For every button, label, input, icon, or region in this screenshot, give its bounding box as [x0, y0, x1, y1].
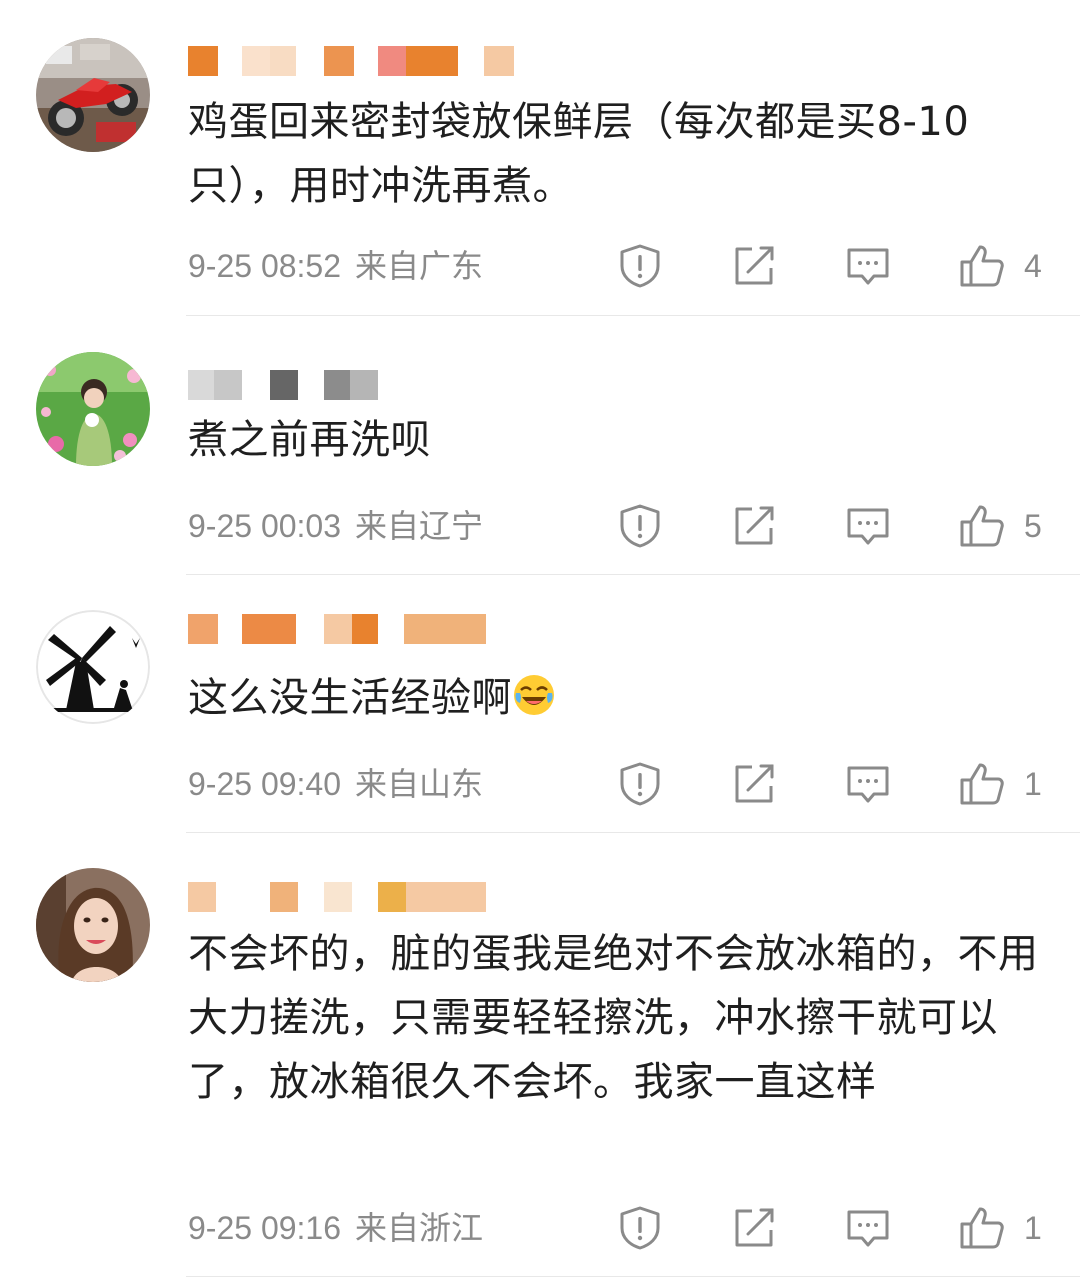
comment-location: 来自广东	[355, 247, 484, 285]
name-block	[324, 614, 352, 644]
laugh-cry-emoji-icon	[512, 672, 556, 716]
windmill-avatar-icon[interactable]	[36, 610, 150, 724]
comment-meta: 9-25 00:03 来自辽宁	[188, 502, 483, 550]
thumbs-up-icon[interactable]	[958, 1204, 1006, 1252]
share-icon[interactable]	[730, 760, 778, 808]
share-icon[interactable]	[730, 1204, 778, 1252]
name-block	[242, 46, 270, 76]
woman-portrait-avatar-icon[interactable]	[36, 868, 150, 982]
comment-icon[interactable]	[844, 242, 892, 290]
comment-time: 9-25 09:40	[188, 766, 342, 802]
name-block	[350, 370, 378, 400]
name-block	[188, 882, 216, 912]
name-block	[270, 46, 296, 76]
name-block	[214, 370, 242, 400]
name-block	[484, 46, 514, 76]
divider	[186, 574, 1080, 575]
thumbs-up-icon[interactable]	[958, 760, 1006, 808]
comment-text-content: 这么没生活经验啊	[188, 675, 512, 721]
comment-icon[interactable]	[844, 502, 892, 550]
divider	[186, 315, 1080, 316]
comment-location: 来自浙江	[355, 1209, 484, 1247]
comment-text: 不会坏的，脏的蛋我是绝对不会放冰箱的，不用大力搓洗，只需要轻轻擦洗，冲水擦干就可…	[188, 931, 1039, 1105]
comment-time: 9-25 09:16	[188, 1210, 342, 1246]
thumbs-up-icon[interactable]	[958, 242, 1006, 290]
comment-location: 来自辽宁	[355, 507, 484, 545]
comment-icon[interactable]	[844, 1204, 892, 1252]
comment-meta: 9-25 08:52 来自广东	[188, 242, 483, 290]
divider	[186, 832, 1080, 833]
name-block	[352, 614, 378, 644]
flower-field-avatar-icon[interactable]	[36, 352, 150, 466]
share-icon[interactable]	[730, 502, 778, 550]
report-icon[interactable]	[616, 760, 664, 808]
report-icon[interactable]	[616, 1204, 664, 1252]
comment-text: 鸡蛋回来密封袋放保鲜层（每次都是买8-10只），用时冲洗再煮。	[188, 99, 970, 209]
name-block	[188, 46, 218, 76]
name-block	[188, 614, 218, 644]
name-block	[324, 46, 354, 76]
name-block	[406, 882, 486, 912]
comment-list: 鸡蛋回来密封袋放保鲜层（每次都是买8-10只），用时冲洗再煮。 9-25 08:…	[0, 0, 1080, 1280]
name-block	[378, 46, 406, 76]
comment-meta: 9-25 09:16 来自浙江	[188, 1204, 483, 1252]
comment-icon[interactable]	[844, 760, 892, 808]
thumbs-up-icon[interactable]	[958, 502, 1006, 550]
like-count: 1	[1024, 766, 1042, 802]
share-icon[interactable]	[730, 242, 778, 290]
comment-text: 煮之前再洗呗	[188, 417, 431, 463]
report-icon[interactable]	[616, 242, 664, 290]
like-count: 5	[1024, 508, 1042, 544]
comment-time: 9-25 08:52	[188, 248, 342, 284]
name-block	[404, 614, 486, 644]
name-block	[378, 882, 406, 912]
name-block	[406, 46, 458, 76]
name-block	[188, 370, 214, 400]
name-block	[324, 882, 352, 912]
name-block	[270, 370, 298, 400]
motorcycle-avatar-icon[interactable]	[36, 38, 150, 152]
comment-text: 这么没生活经验啊	[188, 666, 1058, 730]
like-count: 4	[1024, 248, 1042, 284]
report-icon[interactable]	[616, 502, 664, 550]
divider	[186, 1276, 1080, 1277]
like-count: 1	[1024, 1210, 1042, 1246]
name-block	[242, 614, 296, 644]
comment-meta: 9-25 09:40 来自山东	[188, 760, 483, 808]
comment-location: 来自山东	[355, 765, 484, 803]
name-block	[270, 882, 298, 912]
comment-time: 9-25 00:03	[188, 508, 342, 544]
